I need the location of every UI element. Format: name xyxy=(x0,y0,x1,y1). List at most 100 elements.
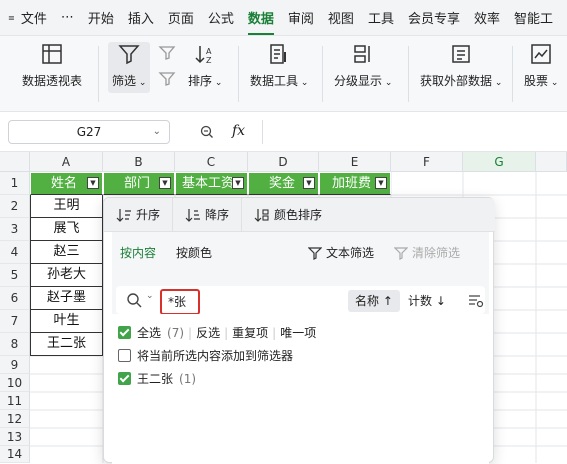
select-all-corner[interactable] xyxy=(0,152,30,172)
external-data-button[interactable]: 获取外部数据 ⌄ xyxy=(420,42,502,89)
name-cell[interactable]: 展飞 xyxy=(30,218,103,241)
row-header[interactable]: 4 xyxy=(0,241,30,264)
search-input[interactable]: *张 xyxy=(160,289,200,315)
filter-dropdown-icon[interactable]: ▼ xyxy=(159,177,171,189)
column-header-blank xyxy=(536,152,567,172)
menu-data[interactable]: 数据 xyxy=(247,8,274,35)
header-label: 奖金 xyxy=(269,176,296,191)
name-cell[interactable]: 孙老大 xyxy=(30,264,103,287)
pivot-table-button[interactable]: 数据透视表 xyxy=(22,42,82,89)
filter-dropdown-icon[interactable]: ▼ xyxy=(303,177,315,189)
menu-formula[interactable]: 公式 xyxy=(208,8,234,27)
column-header-a[interactable]: A xyxy=(30,152,103,172)
search-icon[interactable] xyxy=(126,292,142,308)
filter-body: 按内容 按颜色 文本筛选 清除筛选 ⌄ *张 名称 ↑ 计数 ↓ 全选 (7) … xyxy=(112,232,489,464)
row-header[interactable]: 3 xyxy=(0,218,30,241)
row-header[interactable]: 11 xyxy=(0,392,30,410)
menu-more[interactable]: ⋯ xyxy=(61,10,74,25)
row-header[interactable]: 9 xyxy=(0,356,30,374)
chevron-down-icon[interactable]: ⌄ xyxy=(153,121,161,143)
select-all-checkbox[interactable] xyxy=(118,326,131,339)
sort-button[interactable]: AZ 排序 ⌄ xyxy=(188,42,222,89)
menu-efficiency[interactable]: 效率 xyxy=(474,8,500,27)
header-cell-bonus[interactable]: 奖金 ▼ xyxy=(248,172,319,195)
menu-view[interactable]: 视图 xyxy=(328,8,354,27)
menu-member[interactable]: 会员专享 xyxy=(408,8,460,27)
tab-by-content[interactable]: 按内容 xyxy=(120,244,156,261)
list-item[interactable]: 王二张 (1) xyxy=(118,370,196,387)
stocks-button[interactable]: 股票 ⌄ xyxy=(524,42,558,89)
text-filter-button[interactable]: 文本筛选 xyxy=(308,244,374,261)
sort-by-count-button[interactable]: 计数 ↓ xyxy=(408,290,446,312)
name-cell[interactable]: 王明 xyxy=(30,195,103,218)
row-header[interactable]: 1 xyxy=(0,172,30,195)
column-header-c[interactable]: C xyxy=(175,152,248,172)
sort-by-name-button[interactable]: 名称 ↑ xyxy=(348,290,400,312)
name-cell[interactable]: 王二张 xyxy=(30,333,103,356)
chevron-down-icon[interactable]: ⌄ xyxy=(146,291,154,301)
ribbon-divider xyxy=(512,46,513,102)
fx-icon[interactable]: fx xyxy=(232,123,245,139)
add-to-filter-checkbox[interactable] xyxy=(118,349,131,362)
add-to-filter-row[interactable]: 将当前所选内容添加到筛选器 xyxy=(118,347,293,364)
column-header-g[interactable]: G xyxy=(463,152,536,172)
filter-dropdown-icon[interactable]: ▼ xyxy=(232,177,244,189)
text-filter-icon xyxy=(308,246,322,260)
invert-selection-link[interactable]: 反选 xyxy=(196,324,220,341)
sort-ascending-icon xyxy=(116,208,131,222)
column-header-b[interactable]: B xyxy=(103,152,175,172)
header-cell-salary[interactable]: 基本工资 ▼ xyxy=(175,172,248,195)
row-header[interactable]: 14 xyxy=(0,446,30,463)
duplicates-link[interactable]: 重复项 xyxy=(232,324,268,341)
menu-home[interactable]: 开始 xyxy=(88,8,114,27)
row-header[interactable]: 2 xyxy=(0,195,30,218)
header-cell-dept[interactable]: 部门 ▼ xyxy=(103,172,175,195)
sort-descending-button[interactable]: 降序 xyxy=(173,197,243,232)
sort-ascending-button[interactable]: 升序 xyxy=(104,197,174,232)
row-header[interactable]: 12 xyxy=(0,410,30,428)
group-outline-button[interactable]: 分级显示 ⌄ xyxy=(334,42,392,89)
name-cell[interactable]: 赵三 xyxy=(30,241,103,264)
tab-by-color[interactable]: 按颜色 xyxy=(176,244,212,261)
filter-dropdown-icon[interactable]: ▼ xyxy=(87,177,99,189)
menu-insert[interactable]: 插入 xyxy=(128,8,154,27)
color-sort-button[interactable]: 颜色排序 xyxy=(242,198,334,232)
ribbon-divider xyxy=(98,46,99,102)
filter-dropdown-icon[interactable]: ▼ xyxy=(375,177,387,189)
color-sort-label: 颜色排序 xyxy=(274,208,323,222)
name-cell[interactable]: 赵子墨 xyxy=(30,287,103,310)
header-cell-name[interactable]: 姓名 ▼ xyxy=(30,172,103,195)
select-all-row[interactable]: 全选 (7) | 反选 | 重复项 | 唯一项 xyxy=(118,324,316,341)
name-box[interactable]: G27 ⌄ xyxy=(8,120,170,144)
row-header[interactable]: 5 xyxy=(0,264,30,287)
list-options-icon[interactable] xyxy=(468,294,484,308)
row-header[interactable]: 7 xyxy=(0,310,30,333)
advanced-filter-button[interactable] xyxy=(158,44,178,94)
menu-smart[interactable]: 智能工 xyxy=(514,8,553,27)
data-tools-button[interactable]: 数据工具 ⌄ xyxy=(250,42,308,89)
header-cell-overtime[interactable]: 加班费 ▼ xyxy=(319,172,391,195)
row-header[interactable]: 13 xyxy=(0,428,30,446)
clear-filter-label: 清除筛选 xyxy=(412,246,461,260)
menu-icon[interactable] xyxy=(8,10,15,26)
filter-icon xyxy=(118,45,140,65)
menu-file[interactable]: 文件 xyxy=(21,8,47,27)
menu-page[interactable]: 页面 xyxy=(168,8,194,27)
row-header[interactable]: 10 xyxy=(0,374,30,392)
outline-icon xyxy=(354,45,370,63)
name-cell[interactable]: 叶生 xyxy=(30,310,103,333)
menu-tools[interactable]: 工具 xyxy=(368,8,394,27)
filter-button[interactable]: 筛选 ⌄ xyxy=(108,42,151,93)
formula-input[interactable] xyxy=(262,120,567,144)
row-header[interactable]: 6 xyxy=(0,287,30,310)
menu-review[interactable]: 审阅 xyxy=(288,8,314,27)
zoom-icon[interactable] xyxy=(200,125,214,139)
item-checkbox[interactable] xyxy=(118,372,131,385)
clear-filter-button[interactable]: 清除筛选 xyxy=(394,244,460,261)
ribbon-divider xyxy=(408,46,409,102)
column-header-e[interactable]: E xyxy=(319,152,391,172)
column-header-d[interactable]: D xyxy=(248,152,319,172)
row-header[interactable]: 8 xyxy=(0,333,30,356)
unique-link[interactable]: 唯一项 xyxy=(280,324,316,341)
column-header-f[interactable]: F xyxy=(391,152,463,172)
